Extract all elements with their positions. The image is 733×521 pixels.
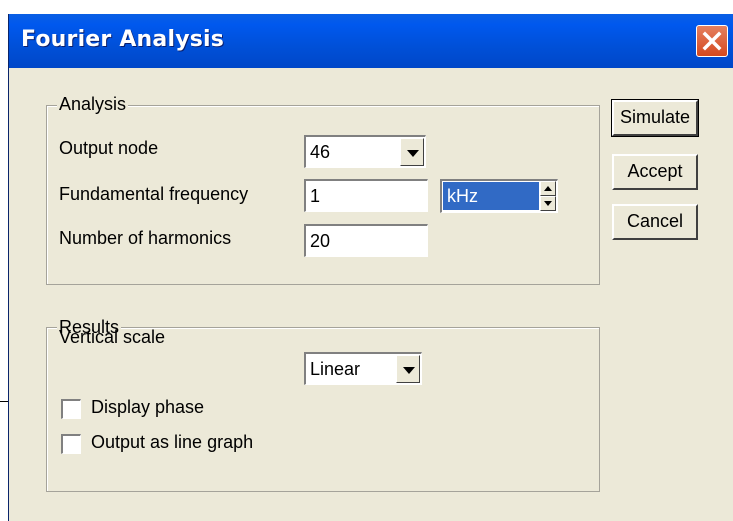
dialog-window: Fourier Analysis Analysis Output node 46… [8, 14, 733, 521]
display-phase-checkbox[interactable] [61, 399, 81, 419]
frequency-unit-value: kHz [443, 182, 539, 210]
vertical-scale-value: Linear [310, 359, 361, 379]
frequency-unit-spinner[interactable]: kHz [440, 179, 558, 213]
window-title: Fourier Analysis [21, 27, 225, 52]
arrow-up-icon [544, 186, 552, 191]
accept-button[interactable]: Accept [612, 154, 698, 190]
line-graph-label: Output as line graph [91, 432, 254, 452]
vertical-scale-label: Vertical scale [59, 327, 166, 347]
close-icon [702, 31, 722, 51]
cancel-button[interactable]: Cancel [612, 204, 698, 240]
simulate-button[interactable]: Simulate [611, 99, 699, 137]
chevron-down-icon [407, 150, 419, 157]
line-graph-checkbox[interactable] [61, 434, 81, 454]
analysis-legend: Analysis [57, 94, 129, 115]
output-node-select[interactable]: 46 [304, 135, 426, 168]
spin-up-button[interactable] [540, 181, 556, 196]
harmonics-label: Number of harmonics [59, 228, 232, 248]
fundamental-frequency-label: Fundamental frequency [59, 184, 249, 204]
chevron-down-icon [403, 367, 415, 374]
vertical-scale-select[interactable]: Linear [304, 352, 422, 385]
output-node-dropdown-button[interactable] [400, 138, 424, 166]
harmonics-input[interactable]: 20 [304, 224, 428, 257]
display-phase-label: Display phase [91, 397, 205, 417]
output-node-label: Output node [59, 138, 159, 158]
page-edge-mark [0, 401, 8, 402]
output-node-value: 46 [310, 142, 331, 162]
spin-down-button[interactable] [540, 196, 556, 211]
close-button[interactable] [696, 25, 728, 57]
fundamental-frequency-input[interactable]: 1 [304, 179, 428, 212]
vertical-scale-dropdown-button[interactable] [396, 355, 420, 383]
arrow-down-icon [544, 201, 552, 206]
title-bar[interactable]: Fourier Analysis [9, 14, 733, 68]
